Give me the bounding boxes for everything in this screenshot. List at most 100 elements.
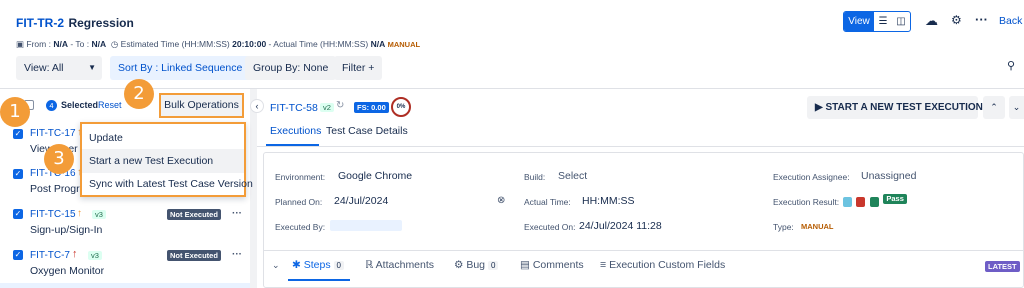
version-badge: v3 (92, 210, 106, 219)
planned-on-value[interactable]: 24/Jul/2024 (334, 195, 388, 207)
filter-button[interactable]: Filter + (334, 56, 383, 80)
chevron-down-icon[interactable]: ⌄ (1009, 96, 1024, 119)
collapse-panel-icon[interactable]: ‹ (250, 99, 264, 113)
menu-item-update[interactable]: Update (82, 126, 244, 150)
test-case-name: Oxygen Monitor (30, 265, 105, 277)
calendar-icon: ▣ (16, 39, 25, 49)
progress-ring: 0% (391, 97, 411, 117)
planned-on-label: Planned On: (275, 197, 323, 207)
cloud-download-icon[interactable]: ☁ (925, 13, 938, 29)
more-icon[interactable]: ··· (975, 12, 988, 27)
start-new-execution-button[interactable]: ▶ START A NEW TEST EXECUTION (807, 96, 983, 119)
build-select[interactable]: Select (558, 170, 587, 182)
build-label: Build: (524, 172, 546, 182)
test-case-key[interactable]: FIT-TC-17 (30, 128, 76, 139)
collapse-chevron-icon[interactable]: ⌄ (272, 260, 280, 271)
search-icon[interactable]: ⚲ (1002, 59, 1020, 77)
bug-count: 0 (487, 261, 499, 270)
type-tag: MANUAL (387, 40, 421, 49)
clock-icon: ◷ (110, 39, 119, 49)
environment-label: Environment: (275, 172, 326, 182)
detail-test-case-key[interactable]: FIT-TC-58 (270, 102, 318, 114)
row-checkbox[interactable]: ✓ (13, 250, 23, 260)
view-label[interactable]: View (844, 12, 874, 31)
test-case-key[interactable]: FIT-TC-7 (30, 250, 70, 261)
latest-badge: LATEST (985, 261, 1020, 272)
steps-icon: ✱ (292, 259, 301, 271)
priority-arrow-icon: ↑ (77, 208, 82, 219)
row-checkbox[interactable]: ✓ (13, 129, 23, 139)
chevron-down-icon: ▼ (88, 63, 96, 72)
row-checkbox[interactable]: ✓ (13, 209, 23, 219)
group-button[interactable]: Group By: None (245, 56, 337, 80)
callout-badge-1: 1 (0, 97, 30, 127)
chevron-up-icon[interactable]: ⌃ (983, 96, 1005, 119)
bulk-operations-menu: Update Start a new Test Execution Sync w… (80, 122, 253, 197)
row-checkbox[interactable]: ✓ (13, 169, 23, 179)
view-filter-dropdown[interactable]: View: All ▼ (16, 56, 102, 80)
fs-badge: FS: 0.00 (354, 102, 389, 113)
tab-comments[interactable]: ▤ Comments (520, 259, 584, 271)
sync-icon[interactable]: ↻ (336, 100, 344, 111)
tabs-divider (257, 146, 1024, 147)
tab-bug[interactable]: ⚙ Bug 0 (454, 259, 499, 271)
list-item[interactable]: ✓ FIT-TC-15 ↑ v3 Not Executed ··· Sign-u… (0, 206, 250, 246)
selected-count-badge: 4 (46, 100, 57, 111)
tab-test-case-details[interactable]: Test Case Details (326, 125, 408, 137)
executed-by-value-redacted[interactable] (330, 220, 402, 231)
executed-on-label: Executed On: (524, 222, 576, 232)
actual-time-input[interactable]: HH:MM:SS (582, 195, 635, 207)
callout-badge-3: 3 (44, 144, 74, 174)
menu-item-sync-version[interactable]: Sync with Latest Test Case Version (82, 172, 253, 196)
test-case-name: Sign-up/Sign-In (30, 224, 103, 236)
paperclip-icon: ℝ (365, 259, 374, 271)
test-case-key[interactable]: FIT-TC-15 (30, 209, 76, 220)
version-badge: v3 (88, 251, 102, 260)
execution-result-selector[interactable]: Pass (843, 194, 907, 212)
list-view-icon[interactable]: ☰ (874, 12, 892, 31)
list-item[interactable]: ✓ FIT-TC-7 ↑ v3 Not Executed ··· Oxygen … (0, 247, 250, 287)
bulk-operations-button[interactable]: Bulk Operations (159, 93, 244, 118)
result-color-swatch[interactable] (869, 197, 879, 207)
detail-version-badge: v2 (320, 103, 334, 112)
result-color-swatch[interactable] (856, 197, 866, 207)
result-color-swatch[interactable] (843, 197, 852, 207)
status-badge: Not Executed (167, 209, 221, 220)
tab-executions[interactable]: Executions (270, 125, 321, 137)
menu-item-start-execution[interactable]: Start a new Test Execution (82, 149, 244, 173)
tab-steps[interactable]: ✱ Steps 0 (292, 259, 344, 271)
more-icon[interactable]: ··· (232, 249, 242, 260)
split-view-icon[interactable]: ◫ (892, 12, 910, 31)
test-run-key[interactable]: FIT-TR-2 (16, 16, 64, 30)
view-toggle[interactable]: View ☰ ◫ (843, 11, 911, 32)
back-link[interactable]: Back (999, 15, 1022, 27)
tab-execution-custom-fields[interactable]: ≡ Execution Custom Fields (600, 259, 725, 271)
assignee-label: Execution Assignee: (773, 172, 850, 182)
callout-badge-2: 2 (124, 79, 154, 109)
steps-count: 0 (333, 261, 344, 270)
bell-icon[interactable]: ⚙ (951, 13, 962, 27)
tab-attachments[interactable]: ℝ Attachments (365, 259, 434, 271)
bug-icon: ⚙ (454, 259, 464, 271)
more-icon[interactable]: ··· (232, 208, 242, 219)
actual-time-label: Actual Time: (524, 197, 571, 207)
type-value: MANUAL (801, 222, 834, 231)
comment-icon: ▤ (520, 259, 530, 271)
sort-button[interactable]: Sort By : Linked Sequence (110, 56, 251, 80)
clear-icon[interactable]: ⊗ (497, 195, 505, 206)
execution-result-label: Execution Result: (773, 197, 840, 207)
reset-link[interactable]: Reset (98, 100, 122, 110)
card-divider (264, 250, 1023, 251)
high-priority-icon: ↑ (72, 248, 78, 260)
test-run-name: Regression (68, 16, 134, 30)
custom-fields-icon: ≡ (600, 259, 607, 271)
test-run-meta: ▣ From : N/A - To : N/A ◷ Estimated Time… (16, 39, 421, 49)
play-icon: ▶ (815, 102, 823, 113)
executed-on-value[interactable]: 24/Jul/2024 11:28 (579, 220, 662, 232)
toolbar-divider (0, 88, 1024, 89)
selected-label: Selected (61, 100, 99, 110)
assignee-value[interactable]: Unassigned (861, 170, 916, 182)
result-pass-badge[interactable]: Pass (883, 194, 907, 204)
page-title: FIT-TR-2 Regression (16, 14, 134, 32)
environment-value[interactable]: Google Chrome (338, 170, 412, 182)
